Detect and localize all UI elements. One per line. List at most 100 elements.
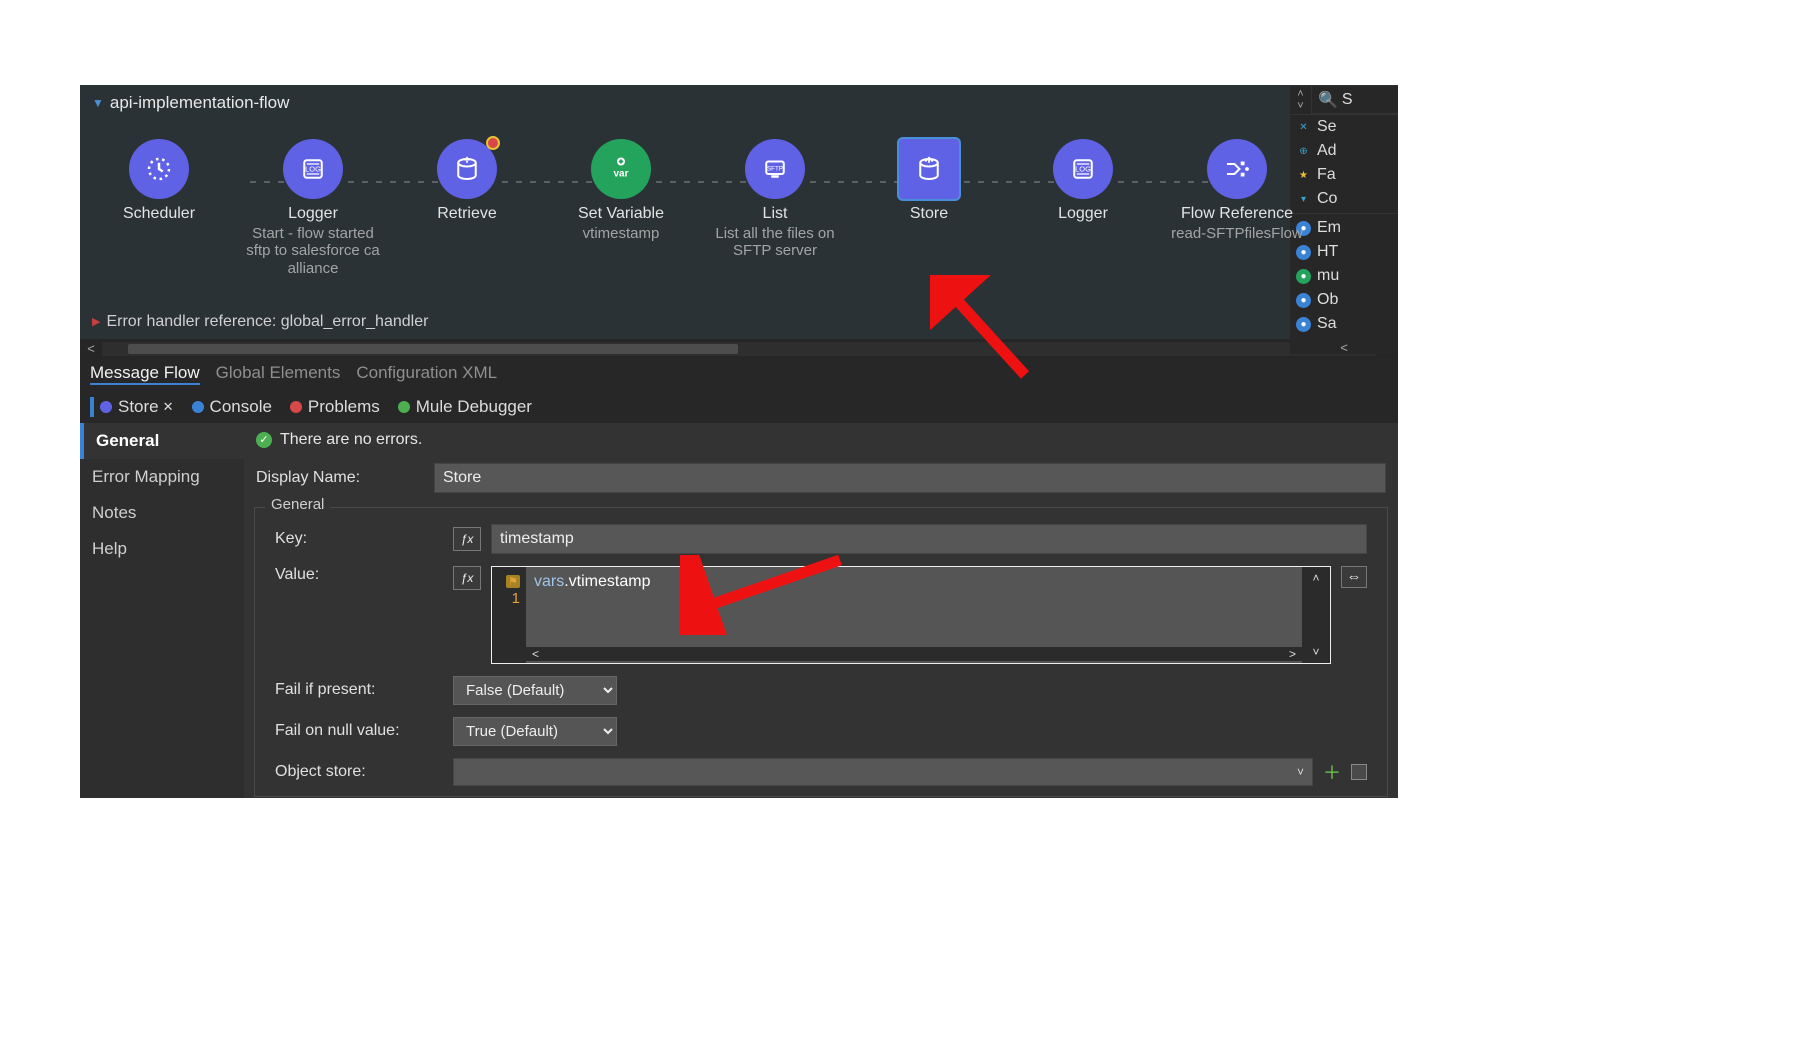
palette-item[interactable]: ●Em	[1290, 216, 1398, 240]
error-handler-text: Error handler reference: global_error_ha…	[106, 313, 428, 331]
svg-text:LOG: LOG	[1075, 165, 1091, 174]
node-logger[interactable]: LOG Logger	[1016, 139, 1150, 223]
line-number: 1	[512, 590, 520, 607]
debugger-dot-icon	[398, 401, 410, 413]
palette-nav-left-icon[interactable]: <	[1335, 340, 1353, 355]
scroll-track[interactable]	[102, 342, 1376, 356]
tab-configuration-xml[interactable]: Configuration XML	[356, 363, 497, 385]
node-list[interactable]: SFTP List List all the files on SFTP ser…	[708, 139, 842, 260]
error-handler-bar[interactable]: ▶ Error handler reference: global_error_…	[80, 307, 1398, 339]
object-store-label: Object store:	[275, 763, 443, 781]
node-set-variable[interactable]: var Set Variable vtimestamp	[554, 139, 688, 242]
module-icon: ●	[1296, 245, 1311, 260]
palette-item[interactable]: ⊕Ad	[1290, 139, 1398, 163]
node-store[interactable]: Store	[862, 139, 996, 223]
log-icon: LOG	[283, 139, 343, 199]
editor-tabs: Message Flow Global Elements Configurati…	[80, 359, 1398, 391]
palette-scroll-down-icon[interactable]: ˅	[1297, 100, 1303, 112]
properties-form: ✓ There are no errors. Display Name: Gen…	[244, 423, 1398, 798]
display-name-input[interactable]	[434, 463, 1386, 493]
tab-message-flow[interactable]: Message Flow	[90, 363, 200, 385]
code-side-controls: ˄ ˅	[1302, 567, 1330, 663]
expand-icon[interactable]: ▶	[92, 315, 100, 328]
scroll-left-icon[interactable]: <	[80, 341, 102, 356]
palette-scroll-up-icon[interactable]: ˄	[1297, 88, 1303, 100]
palette-item[interactable]: ●HT	[1290, 240, 1398, 264]
node-logger-start[interactable]: LOG Logger Start - flow started sftp to …	[246, 139, 380, 277]
add-object-store-button[interactable]: ＋	[1323, 759, 1341, 785]
palette-item[interactable]: ●mu	[1290, 264, 1398, 288]
fieldset-legend: General	[265, 496, 330, 513]
code-gutter: ⚑ 1	[492, 567, 526, 663]
tab-label: Problems	[308, 397, 380, 417]
log-icon: LOG	[1053, 139, 1113, 199]
node-flow-reference[interactable]: Flow Reference read-SFTPfilesFlow	[1170, 139, 1304, 242]
node-title: Retrieve	[437, 205, 497, 223]
node-title: Flow Reference	[1181, 205, 1293, 223]
tab-store[interactable]: Store ✕	[90, 397, 174, 417]
flow-canvas[interactable]: Scheduler LOG Logger Start - flow starte…	[80, 121, 1398, 307]
svg-text:LOG: LOG	[305, 165, 321, 174]
fail-if-present-label: Fail if present:	[275, 681, 443, 699]
node-retrieve[interactable]: Retrieve	[400, 139, 534, 223]
node-title: List	[763, 205, 788, 223]
code-token-vars: vars	[534, 573, 564, 590]
tab-console[interactable]: Console	[192, 397, 272, 417]
search-icon: 🔍	[1318, 90, 1338, 110]
value-code-editor[interactable]: ⚑ 1 vars.vtimestamp ˄ ˅ <	[491, 566, 1331, 664]
flow-name: api-implementation-flow	[110, 93, 290, 113]
sidebar-item-notes[interactable]: Notes	[80, 495, 244, 531]
properties-panel: General Error Mapping Notes Help ✓ There…	[80, 423, 1398, 798]
flow-header[interactable]: ▼ api-implementation-flow	[80, 85, 1398, 121]
palette-item[interactable]: ●Ob	[1290, 288, 1398, 312]
console-dot-icon	[192, 401, 204, 413]
palette-item[interactable]: ●Sa	[1290, 312, 1398, 336]
module-icon: ●	[1296, 317, 1311, 332]
node-subtitle: vtimestamp	[583, 225, 660, 242]
variable-icon: var	[591, 139, 651, 199]
palette-item[interactable]: ★Fa	[1290, 163, 1398, 187]
warning-icon: ⚑	[506, 575, 520, 588]
scroll-up-icon[interactable]: ˄	[1312, 571, 1319, 585]
expand-editor-button[interactable]: ⇔	[1341, 566, 1367, 588]
fail-on-null-select[interactable]: True (Default)	[453, 717, 617, 746]
warning-badge-icon	[486, 136, 500, 150]
tab-global-elements[interactable]: Global Elements	[216, 363, 341, 385]
clock-icon	[129, 139, 189, 199]
svg-text:var: var	[613, 169, 628, 180]
object-store-combo[interactable]: ˅	[453, 758, 1313, 786]
close-icon[interactable]: ✕	[163, 399, 174, 415]
node-title: Scheduler	[123, 205, 195, 223]
properties-sidebar: General Error Mapping Notes Help	[80, 423, 244, 798]
palette-search[interactable]: 🔍 S	[1312, 86, 1398, 114]
scroll-down-icon[interactable]: ˅	[1312, 645, 1319, 659]
edit-object-store-button[interactable]	[1351, 764, 1367, 780]
display-name-label: Display Name:	[256, 469, 424, 487]
scroll-thumb[interactable]	[128, 344, 738, 354]
collapse-icon[interactable]: ▼	[92, 96, 104, 110]
sidebar-item-general[interactable]: General	[80, 423, 244, 459]
problems-dot-icon	[290, 401, 302, 413]
node-scheduler[interactable]: Scheduler	[92, 139, 226, 223]
scroll-left-icon[interactable]: <	[532, 647, 539, 661]
palette-item[interactable]: ✕Se	[1290, 115, 1398, 139]
node-title: Store	[910, 205, 948, 223]
key-label: Key:	[275, 530, 443, 548]
module-icon: ●	[1296, 293, 1311, 308]
node-subtitle: Start - flow started sftp to salesforce …	[246, 225, 380, 277]
node-title: Logger	[288, 205, 338, 223]
tab-problems[interactable]: Problems	[290, 397, 380, 417]
sidebar-item-help[interactable]: Help	[80, 531, 244, 567]
tab-mule-debugger[interactable]: Mule Debugger	[398, 397, 532, 417]
scroll-right-icon[interactable]: >	[1289, 647, 1296, 661]
tab-label: Mule Debugger	[416, 397, 532, 417]
code-horizontal-scroll[interactable]: < >	[526, 647, 1302, 661]
palette-item[interactable]: ▾Co	[1290, 187, 1398, 211]
fail-if-present-select[interactable]: False (Default)	[453, 676, 617, 705]
key-input[interactable]	[491, 524, 1367, 554]
fx-toggle-key[interactable]: ƒx	[453, 527, 481, 551]
horizontal-scrollbar[interactable]: < >	[80, 339, 1398, 359]
fx-toggle-value[interactable]: ƒx	[453, 566, 481, 590]
code-token-vtimestamp: .vtimestamp	[564, 573, 650, 590]
sidebar-item-error-mapping[interactable]: Error Mapping	[80, 459, 244, 495]
